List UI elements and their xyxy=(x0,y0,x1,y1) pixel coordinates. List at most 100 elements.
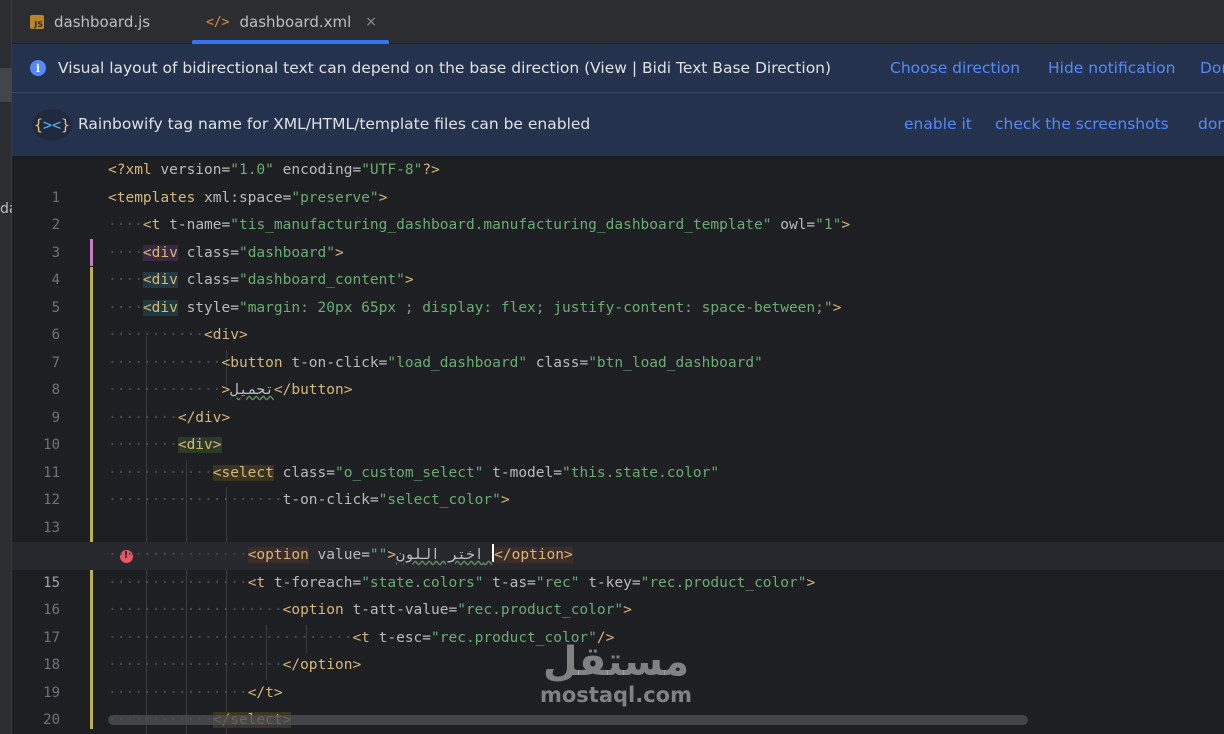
code-line[interactable]: 9 ·············>تحميل</button> xyxy=(12,377,1224,426)
tag-token: <t xyxy=(142,217,170,233)
attr-token: t-esc xyxy=(378,629,423,646)
attr-token: t-on-click xyxy=(282,492,370,508)
attr-token: class xyxy=(177,272,231,288)
enable-it-link[interactable]: enable it xyxy=(904,115,972,133)
code-line[interactable]: 8 ·············<button t-on-click="load_… xyxy=(12,350,1224,399)
close-icon[interactable]: × xyxy=(365,14,377,30)
tag-token: > xyxy=(832,299,842,316)
string-token: "rec.product_color" xyxy=(640,574,807,591)
text-token: = xyxy=(422,629,432,646)
tab-dashboard-js[interactable]: JS dashboard.js xyxy=(30,0,150,44)
text-token: = xyxy=(230,244,239,261)
text-token: = xyxy=(527,574,536,591)
code-line[interactable]: 5 ····<div class="dashboard_content"> xyxy=(12,267,1224,316)
tag-token: > xyxy=(500,492,510,508)
tag-token: </option> xyxy=(282,657,362,673)
attr-token: owl xyxy=(771,217,807,233)
tag-token: <div> xyxy=(177,437,222,453)
code-line[interactable]: 13 ····················t-on-click="selec… xyxy=(12,487,1224,536)
tag-token: > xyxy=(378,189,388,206)
code-line[interactable]: 16 ················<t t-foreach="state.c… xyxy=(12,570,1224,619)
dont-show-again-link[interactable]: Don xyxy=(1200,59,1224,77)
code-line[interactable]: 1 <?xml version="1.0" encoding="UTF-8"?> xyxy=(12,157,1224,206)
project-panel-selection xyxy=(0,68,12,102)
code-line[interactable]: 7 ···········<div> xyxy=(12,322,1224,371)
code-line[interactable]: 10 ········</div> xyxy=(12,405,1224,454)
project-panel-edge[interactable]: da xyxy=(0,0,17,734)
dont-show-link[interactable]: don xyxy=(1198,115,1224,133)
code-line[interactable]: 12 ············<select class="o_custom_s… xyxy=(12,460,1224,508)
tag-token: <select xyxy=(212,464,274,481)
attr-token: t-att-value xyxy=(343,602,449,618)
text-token: = xyxy=(352,162,362,178)
code-line[interactable]: 17 ····················<option t-att-val… xyxy=(12,597,1224,646)
code-line[interactable]: 2 <templates xml:space="preserve"> xyxy=(12,185,1224,234)
code-line[interactable]: 6 ····<div style="margin: 20px 65px ; di… xyxy=(12,295,1224,343)
string-token: "margin: 20px 65px ; display: flex; just… xyxy=(238,299,833,316)
text-token: = xyxy=(326,464,335,481)
text-token: = xyxy=(631,574,641,591)
code-line[interactable]: 11 ········<div> xyxy=(12,432,1224,481)
attr-token: xml:space xyxy=(204,189,283,206)
attr-token: class xyxy=(273,464,327,481)
attr-token: t-as xyxy=(483,574,528,591)
tag-token: <t xyxy=(352,629,379,646)
rainbowify-notification: {><} Rainbowify tag name for XML/HTML/te… xyxy=(12,93,1224,157)
string-token: "load_dashboard" xyxy=(387,354,528,371)
tag-token: > xyxy=(335,244,344,261)
rainbowify-icon: {><} xyxy=(32,109,72,141)
tag-token: <div> xyxy=(204,327,248,343)
watermark-latin: mostaql.com xyxy=(540,683,692,707)
attr-token: style xyxy=(177,299,231,316)
watermark-arabic: مستقل xyxy=(542,639,690,685)
notification-text: Visual layout of bidirectional text can … xyxy=(58,59,832,77)
attr-token: version xyxy=(160,162,222,178)
code-line[interactable]: 4 ····<div class="dashboard"> xyxy=(12,240,1224,288)
bidi-notification: i Visual layout of bidirectional text ca… xyxy=(12,44,1224,93)
tab-label: dashboard.xml xyxy=(239,13,352,31)
code-line-current[interactable]: 15 ! ················<option value="">اخ… xyxy=(12,542,1224,591)
string-token: "btn_load_dashboard" xyxy=(588,354,763,371)
tab-label: dashboard.js xyxy=(54,13,151,31)
tag-token: <div xyxy=(142,299,178,316)
attr-token: t-on-click xyxy=(282,354,379,371)
string-token: "1" xyxy=(815,217,842,233)
text-token: = xyxy=(230,299,239,316)
tag-token: > xyxy=(623,602,632,618)
code-line[interactable]: 14 xyxy=(12,515,1224,563)
attr-token: t-name xyxy=(169,217,222,233)
hide-notification-link[interactable]: Hide notification xyxy=(1048,59,1175,77)
string-token: "preserve" xyxy=(291,189,379,206)
text-token: = xyxy=(369,492,379,508)
tag-token: <?xml xyxy=(108,162,161,178)
string-token: "UTF-8" xyxy=(361,162,423,178)
text-token: = xyxy=(448,602,458,618)
text-token: = xyxy=(352,574,362,591)
attr-token: class xyxy=(527,354,580,371)
string-token: "state.colors" xyxy=(361,574,484,591)
tag-token: > xyxy=(387,547,397,563)
tag-token: <div xyxy=(142,272,178,288)
text-token: = xyxy=(361,547,370,563)
text-token: = xyxy=(221,217,231,233)
code-line[interactable]: 3 ····<t t-name="tis_manufacturing_dashb… xyxy=(12,212,1224,261)
attr-token: t-key xyxy=(579,574,632,591)
attr-token: t-model xyxy=(483,464,554,481)
string-token: "this.state.color" xyxy=(561,464,720,481)
tag-token: > xyxy=(404,272,414,288)
choose-direction-link[interactable]: Choose direction xyxy=(890,59,1020,77)
notification-text: Rainbowify tag name for XML/HTML/templat… xyxy=(78,115,591,133)
arabic-text-token: تحميل xyxy=(230,382,274,398)
tag-token: <templates xyxy=(108,189,205,206)
tag-token: </button> xyxy=(273,382,353,398)
tag-token: <t xyxy=(247,574,274,591)
editor-tab-bar: JS dashboard.js </> dashboard.xml × xyxy=(12,0,1224,44)
check-screenshots-link[interactable]: check the screenshots xyxy=(995,115,1169,133)
tag-token: </div> xyxy=(177,409,231,426)
attr-token: t-foreach xyxy=(273,574,353,591)
watermark: مستقل mostaql.com xyxy=(536,640,696,706)
horizontal-scrollbar[interactable] xyxy=(108,715,1028,725)
tab-dashboard-xml[interactable]: </> dashboard.xml × xyxy=(192,0,389,44)
text-token: = xyxy=(806,217,816,233)
